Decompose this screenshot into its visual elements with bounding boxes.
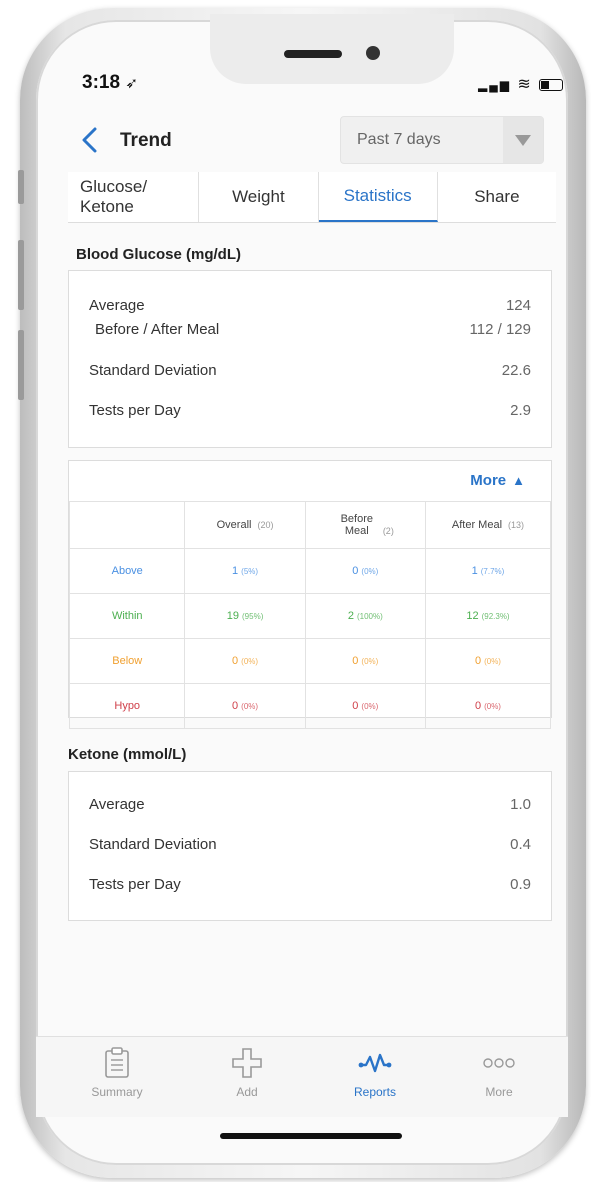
range-table-card: More ▲ Overall (20) Before Meal (2) After M… — [68, 460, 552, 729]
tab-glucose-ketone-label: Glucose/Ketone — [80, 177, 148, 216]
range-row-within: Within 19 (95%) 2 (100%) 12 (92.3%) — [68, 593, 552, 639]
range-row-label: Within — [68, 593, 186, 639]
ketone-std-dev-row: Standard Deviation 0.4 — [89, 836, 531, 853]
trend-graph-icon — [320, 1047, 430, 1079]
std-dev-value: 22.6 — [501, 362, 531, 379]
tabbar-reports[interactable]: Reports — [320, 1047, 430, 1099]
range-table-header: Overall (20) Before Meal (2) After Meal (13… — [68, 501, 552, 549]
more-label: More — [470, 472, 507, 489]
tabbar-more-label: More — [485, 1085, 513, 1099]
tab-weight[interactable]: Weight — [199, 172, 319, 222]
before-after-value: 112 / 129 — [469, 321, 531, 338]
ketone-tests-per-day-row: Tests per Day 0.9 — [89, 876, 531, 893]
range-table: Overall (20) Before Meal (2) After Meal (13… — [68, 501, 552, 729]
range-cell: 0 (0%) — [184, 683, 306, 729]
location-arrow-icon: ➶ — [125, 75, 138, 92]
range-cell: 0 (0%) — [184, 638, 306, 684]
signal-icon: ▂▄▆ — [478, 78, 511, 92]
range-header-empty — [68, 501, 186, 549]
ketone-std-dev-value: 0.4 — [510, 836, 531, 853]
battery-icon — [539, 78, 564, 91]
range-row-label: Below — [68, 638, 186, 684]
camera — [366, 46, 380, 60]
before-after-label: Before / After Meal — [95, 321, 220, 338]
ketone-std-dev-label: Standard Deviation — [89, 836, 217, 853]
range-row-label: Above — [68, 548, 186, 594]
report-tabs: Glucose/Ketone Weight Statistics Share — [68, 172, 556, 223]
range-cell: 0 (0%) — [424, 683, 552, 729]
before-after-row: Before / After Meal 112 / 129 — [89, 321, 531, 338]
clipboard-icon — [62, 1047, 172, 1079]
caret-down-icon — [503, 117, 543, 163]
average-value: 124 — [505, 297, 531, 314]
ketone-average-label: Average — [89, 796, 145, 813]
more-toggle[interactable]: More ▲ — [470, 472, 525, 489]
range-cell: 0 (0%) — [304, 638, 426, 684]
status-icons: ▂▄▆ ≋ — [478, 74, 564, 94]
page-title: Trend — [120, 130, 172, 151]
tabbar-summary-label: Summary — [91, 1085, 143, 1099]
range-cell: 12 (92.3%) — [424, 593, 552, 639]
range-cell: 0 (0%) — [304, 548, 426, 594]
range-cell: 1 (7.7%) — [424, 548, 552, 594]
ketone-tests-per-day-value: 0.9 — [510, 876, 531, 893]
wifi-icon: ≋ — [517, 76, 533, 93]
bottom-tab-bar: Summary Add Reports More — [36, 1036, 568, 1117]
range-cell: 19 (95%) — [184, 593, 306, 639]
range-row-above: Above 1 (5%) 0 (0%) 1 (7.7%) — [68, 548, 552, 594]
tests-per-day-value: 2.9 — [510, 402, 531, 419]
ketone-average-value: 1.0 — [510, 796, 531, 813]
triangle-up-icon: ▲ — [512, 473, 525, 488]
blood-glucose-title: Blood Glucose (mg/dL) — [76, 246, 241, 263]
tabbar-summary[interactable]: Summary — [62, 1047, 172, 1099]
tabbar-add-label: Add — [236, 1085, 258, 1099]
ketone-stats-card: Average 1.0 Standard Deviation 0.4 Tests… — [68, 771, 552, 921]
tab-statistics-label: Statistics — [343, 186, 412, 205]
volume-down-button — [18, 330, 24, 400]
back-icon[interactable] — [80, 124, 100, 161]
home-indicator — [220, 1133, 402, 1139]
tab-share[interactable]: Share — [438, 172, 556, 222]
plus-icon — [192, 1047, 302, 1079]
range-cell: 2 (100%) — [304, 593, 426, 639]
range-header-after-meal: After Meal (13) — [424, 501, 552, 549]
ketone-tests-per-day-label: Tests per Day — [89, 876, 181, 893]
tabbar-reports-label: Reports — [353, 1085, 397, 1099]
std-dev-row: Standard Deviation 22.6 — [89, 362, 531, 379]
range-header-overall: Overall (20) — [184, 501, 306, 549]
tab-statistics[interactable]: Statistics — [318, 172, 438, 222]
range-cell: 0 (0%) — [304, 683, 426, 729]
range-cell: 0 (0%) — [424, 638, 552, 684]
notch — [210, 14, 454, 84]
average-label: Average — [89, 297, 145, 314]
more-bar: More ▲ — [69, 461, 551, 502]
mute-switch — [18, 170, 24, 204]
period-dropdown-value: Past 7 days — [357, 131, 441, 148]
tab-glucose-ketone[interactable]: Glucose/Ketone — [68, 172, 200, 222]
status-time: 3:18 ➶ — [82, 72, 138, 94]
speaker — [284, 50, 342, 58]
blood-glucose-stats-card: Average 124 Before / After Meal 112 / 12… — [68, 270, 552, 448]
tests-per-day-label: Tests per Day — [89, 402, 181, 419]
range-cell: 1 (5%) — [184, 548, 306, 594]
range-row-below: Below 0 (0%) 0 (0%) 0 (0%) — [68, 638, 552, 684]
range-row-label: Hypo — [68, 683, 186, 729]
tab-weight-label: Weight — [232, 187, 285, 206]
tabbar-add[interactable]: Add — [192, 1047, 302, 1099]
tabbar-more[interactable]: More — [444, 1047, 554, 1099]
std-dev-label: Standard Deviation — [89, 362, 217, 379]
range-row-hypo: Hypo 0 (0%) 0 (0%) 0 (0%) — [68, 683, 552, 729]
period-dropdown[interactable]: Past 7 days — [340, 116, 544, 164]
volume-up-button — [18, 240, 24, 310]
tab-share-label: Share — [474, 187, 520, 206]
range-header-before-meal: Before Meal (2) — [304, 501, 426, 549]
more-dots-icon — [444, 1047, 554, 1079]
average-row: Average 124 — [89, 297, 531, 314]
status-time-text: 3:18 — [82, 72, 121, 93]
ketone-title: Ketone (mmol/L) — [68, 746, 187, 763]
tests-per-day-row: Tests per Day 2.9 — [89, 402, 531, 419]
ketone-average-row: Average 1.0 — [89, 796, 531, 813]
